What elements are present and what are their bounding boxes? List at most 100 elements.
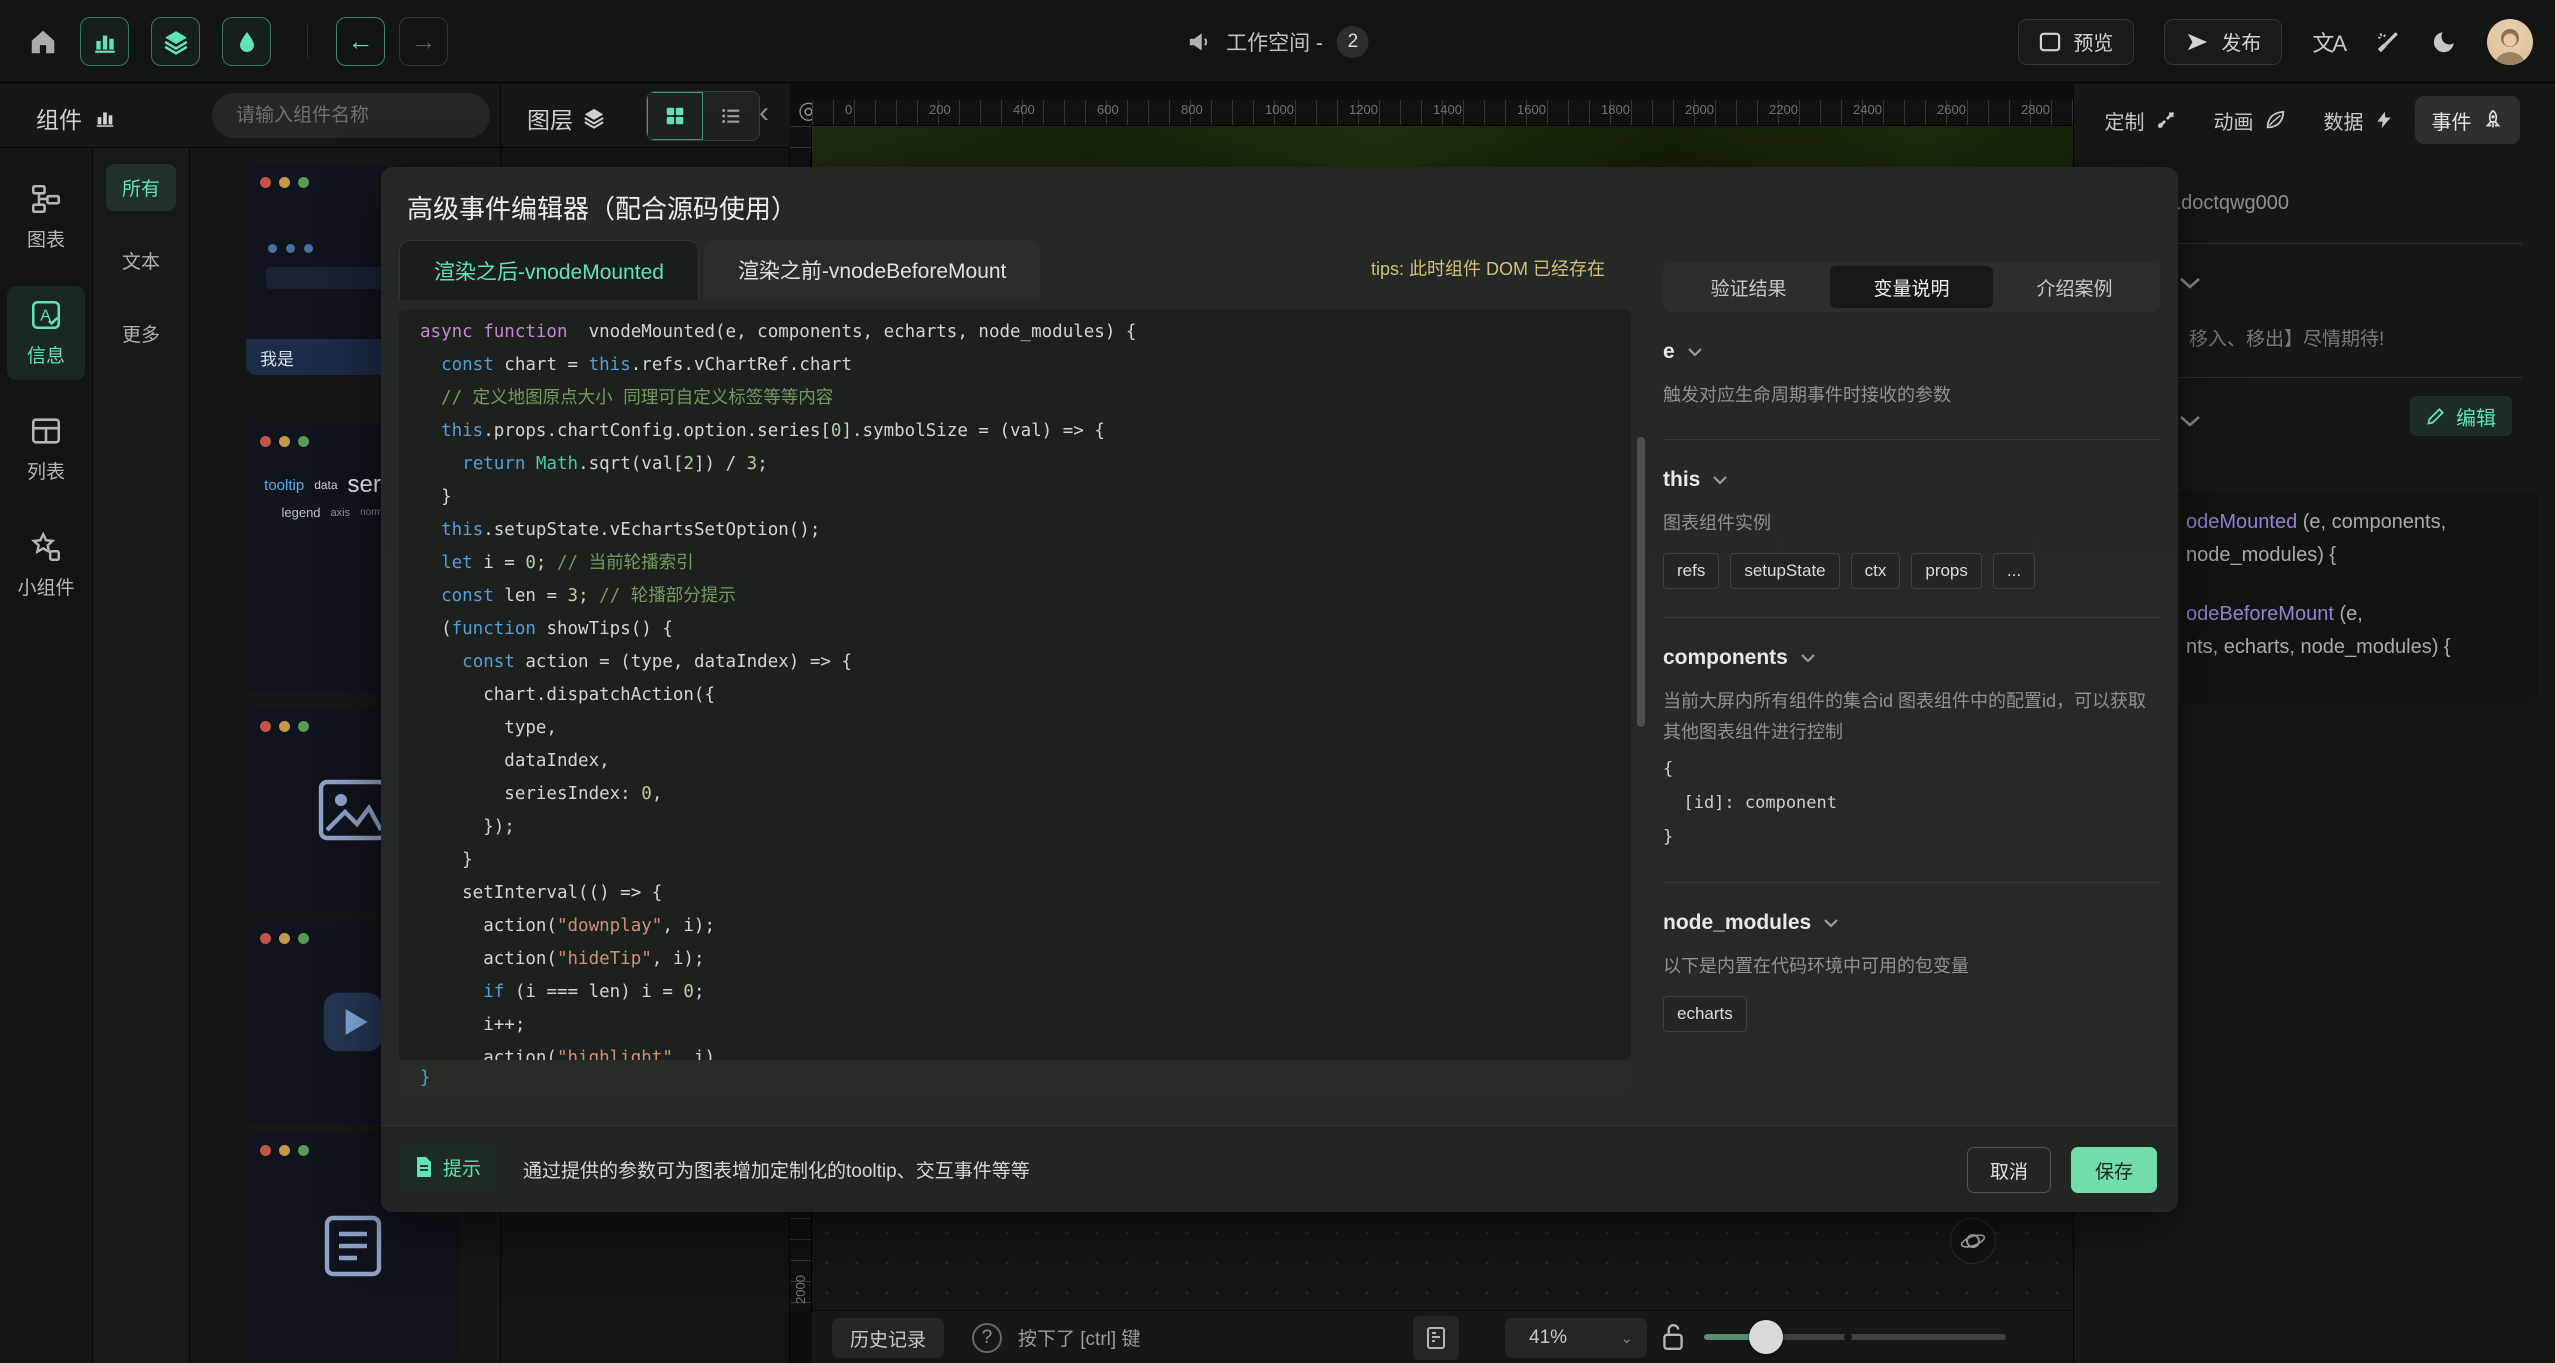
grid-view-button[interactable] xyxy=(647,92,703,140)
code-line: dataIndex, xyxy=(399,745,1631,778)
horn-icon xyxy=(1186,29,1212,55)
doc-section-title[interactable]: components xyxy=(1663,646,2160,670)
ruler-label: 800 xyxy=(1181,102,1203,117)
layers-view-toggle xyxy=(646,91,760,141)
topbar-left: ← → xyxy=(28,0,448,83)
rail-item-widgets[interactable]: 小组件 xyxy=(7,518,85,612)
edit-button[interactable]: 编辑 xyxy=(2410,396,2512,436)
magic-wand-icon[interactable] xyxy=(2375,29,2401,55)
vertical-ruler-label: 2000 xyxy=(793,1275,808,1304)
doc-tab[interactable]: 介绍案例 xyxy=(1993,266,2156,308)
browser-icon xyxy=(2039,32,2061,52)
doc-tab[interactable]: 变量说明 xyxy=(1830,266,1993,308)
cancel-button[interactable]: 取消 xyxy=(1967,1147,2051,1193)
avatar[interactable] xyxy=(2487,19,2533,65)
brush-tool-button[interactable] xyxy=(222,17,271,66)
collapse-panel-icon[interactable]: ‹ xyxy=(759,96,769,130)
modal-side-panel: 验证结果变量说明介绍案例 e触发对应生命周期事件时接收的参数 this 图表组件实例… xyxy=(1663,262,2160,1112)
unlock-icon[interactable] xyxy=(1660,1322,1686,1352)
modal-title: 高级事件编辑器（配合源码使用） xyxy=(407,189,797,226)
wordcloud-word: legend xyxy=(281,505,320,520)
settings-tab-动画[interactable]: 动画 xyxy=(2197,96,2302,144)
code-line: } xyxy=(399,481,1631,514)
doc-tag[interactable]: setupState xyxy=(1730,553,1839,589)
ruler-label: 2000 xyxy=(1685,102,1714,117)
editor-scrollbar[interactable] xyxy=(1637,437,1645,727)
app-root: ← → 工作空间 - 2 预览 发布 文A xyxy=(0,0,2555,1363)
advanced-event-editor-modal: 高级事件编辑器（配合源码使用） 渲染之后-vnodeMounted渲染之前-vn… xyxy=(381,167,2178,1212)
doc-section-title[interactable]: e xyxy=(1663,340,2160,364)
search-input[interactable] xyxy=(234,104,483,128)
zoom-select[interactable]: 41%⌄ xyxy=(1505,1318,1647,1358)
components-panel-header: 组件 xyxy=(0,84,500,148)
rail-item-info[interactable]: A信息 xyxy=(7,286,85,380)
doc-sections: e触发对应生命周期事件时接收的参数 this 图表组件实例 refs setupStat… xyxy=(1663,340,2160,1032)
horizontal-ruler: 0200400600800100012001400160018002000220… xyxy=(812,100,2073,126)
language-icon[interactable]: 文A xyxy=(2312,26,2345,58)
doc-section-this: this 图表组件实例 refs setupState ctx props... xyxy=(1663,468,2160,618)
zoom-slider[interactable] xyxy=(1704,1334,2006,1340)
component-id-text: 1doctqwg000 xyxy=(2170,192,2289,215)
doc-section-title[interactable]: node_modules xyxy=(1663,911,2160,935)
category-column: 所有文本更多 xyxy=(93,148,190,1363)
doc-tag[interactable]: refs xyxy=(1663,553,1719,589)
planet-button[interactable] xyxy=(1950,1218,1996,1264)
ruler-label: 1600 xyxy=(1517,102,1546,117)
settings-tab-定制[interactable]: 定制 xyxy=(2088,96,2193,144)
doc-tag[interactable]: props xyxy=(1911,553,1982,589)
chart-tool-button[interactable] xyxy=(80,17,129,66)
doc-section-desc: 图表组件实例 xyxy=(1663,508,2160,539)
doc-code: { [id]: component } xyxy=(1663,752,2160,854)
ruler-label: 2800 xyxy=(2021,102,2050,117)
save-button[interactable]: 保存 xyxy=(2071,1147,2157,1193)
minimap-button[interactable] xyxy=(1413,1316,1459,1360)
redo-button[interactable]: → xyxy=(399,17,448,66)
chevron-down-icon[interactable] xyxy=(2178,276,2202,290)
publish-button[interactable]: 发布 xyxy=(2164,19,2282,65)
code-line: seriesIndex: 0, xyxy=(399,778,1631,811)
help-icon[interactable]: ? xyxy=(972,1323,1002,1353)
chevron-down-icon[interactable] xyxy=(2178,414,2202,428)
rail-item-list[interactable]: 列表 xyxy=(7,402,85,496)
ruler-label: 400 xyxy=(1013,102,1035,117)
settings-tab-事件[interactable]: 事件 xyxy=(2415,96,2520,144)
doc-section-desc: 以下是内置在代码环境中可用的包变量 xyxy=(1663,951,2160,982)
doc-tag[interactable]: ... xyxy=(1993,553,2035,589)
doc-section-e: e触发对应生命周期事件时接收的参数 xyxy=(1663,340,2160,440)
code-editor[interactable]: async function vnodeMounted(e, component… xyxy=(399,310,1631,1060)
list-view-icon xyxy=(720,105,742,127)
settings-tab-数据[interactable]: 数据 xyxy=(2306,96,2411,144)
category-更多[interactable]: 更多 xyxy=(106,310,176,357)
lifecycle-tab[interactable]: 渲染之后-vnodeMounted xyxy=(399,240,699,300)
doc-tag[interactable]: echarts xyxy=(1663,996,1747,1032)
undo-button[interactable]: ← xyxy=(336,17,385,66)
component-rail: 图表 A信息列表小组件 xyxy=(0,148,93,1363)
ruler-label: 1800 xyxy=(1601,102,1630,117)
home-icon[interactable] xyxy=(28,27,58,57)
planet-icon xyxy=(1959,1227,1987,1255)
layers-tool-button[interactable] xyxy=(151,17,200,66)
document-icon xyxy=(415,1156,433,1178)
rail-item-charts[interactable]: 图表 xyxy=(7,170,85,264)
category-所有[interactable]: 所有 xyxy=(106,164,176,211)
history-button[interactable]: 历史记录 xyxy=(832,1318,944,1358)
hint-badge: 提示 xyxy=(399,1144,497,1190)
event-code-preview[interactable]: odeMounted (e, components,node_modules) … xyxy=(2170,492,2538,704)
component-search[interactable] xyxy=(212,93,490,138)
list-view-button[interactable] xyxy=(703,92,759,140)
zoom-slider-thumb[interactable] xyxy=(1749,1320,1783,1354)
topbar-right: 预览 发布 文A xyxy=(2018,0,2533,83)
bar-chart-small-icon xyxy=(94,107,116,129)
code-line: action("downplay", i); xyxy=(399,910,1631,943)
category-文本[interactable]: 文本 xyxy=(106,237,176,284)
preview-button[interactable]: 预览 xyxy=(2018,19,2134,65)
event-snippet: odeBeforeMount (e,nts, echarts, node_mod… xyxy=(2186,598,2522,664)
dark-mode-moon-icon[interactable] xyxy=(2431,29,2457,55)
code-line: setInterval(() => { xyxy=(399,877,1631,910)
lifecycle-tab[interactable]: 渲染之前-vnodeBeforeMount xyxy=(704,240,1040,300)
doc-section-title[interactable]: this xyxy=(1663,468,2160,492)
doc-tab[interactable]: 验证结果 xyxy=(1667,266,1830,308)
grid-view-icon xyxy=(664,105,686,127)
zoom-value: 41% xyxy=(1529,1327,1567,1349)
doc-tag[interactable]: ctx xyxy=(1851,553,1901,589)
